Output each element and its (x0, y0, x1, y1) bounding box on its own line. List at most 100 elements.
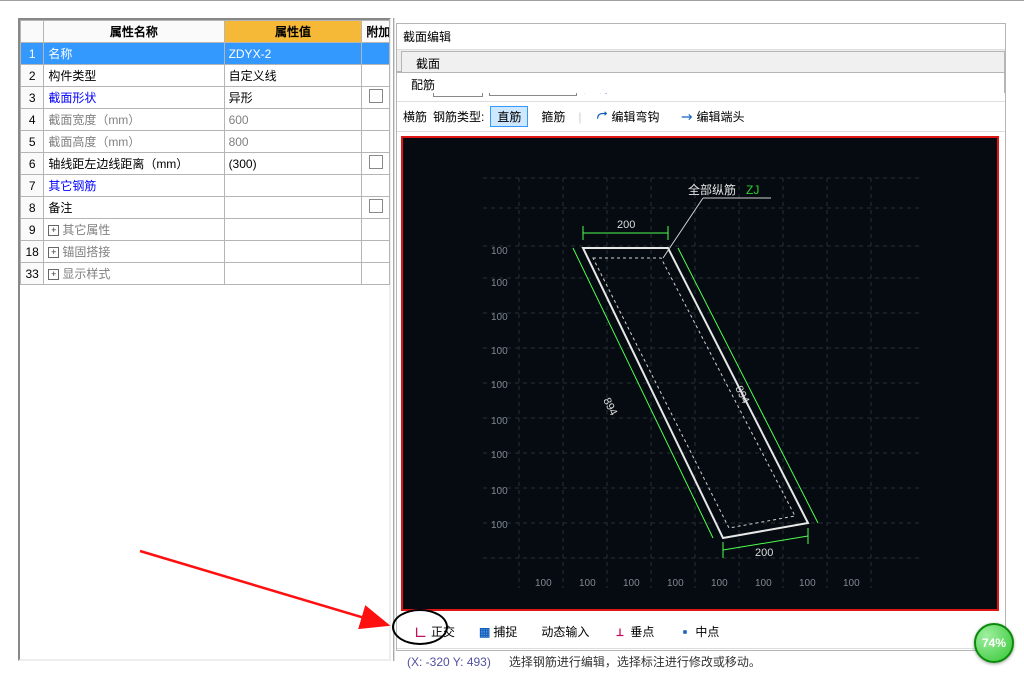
svg-text:100: 100 (491, 278, 508, 289)
edit-hook-button[interactable]: 编辑弯钩 (588, 106, 667, 127)
row-index: 2 (21, 65, 44, 87)
svg-text:100: 100 (491, 312, 508, 323)
table-row[interactable]: 9+其它属性 (21, 219, 390, 241)
expand-icon[interactable]: + (48, 225, 59, 236)
svg-text:100: 100 (843, 578, 860, 589)
snap-toggle[interactable]: ▦ 捕捉 (472, 621, 524, 642)
row-index: 5 (21, 131, 44, 153)
tab-section[interactable]: 截面 (401, 51, 1005, 72)
prop-value[interactable]: (300) (224, 153, 362, 175)
status-hint: 选择钢筋进行编辑，选择标注进行修改或移动。 (509, 653, 761, 670)
prop-name: +锚固搭接 (44, 241, 224, 263)
expand-icon[interactable]: + (48, 247, 59, 258)
status-bar: (X: -320 Y: 493) 选择钢筋进行编辑，选择标注进行修改或移动。 (397, 648, 1005, 674)
table-row[interactable]: 2构件类型自定义线 (21, 65, 390, 87)
svg-text:100: 100 (491, 246, 508, 257)
table-row[interactable]: 3截面形状异形 (21, 87, 390, 109)
endpoint-icon (680, 110, 694, 124)
extra-blank (362, 131, 390, 153)
table-row[interactable]: 8备注 (21, 197, 390, 219)
table-row[interactable]: 5截面高度（mm）800 (21, 131, 390, 153)
extra-checkbox[interactable] (362, 197, 390, 219)
prop-name: +其它属性 (44, 219, 224, 241)
row-index: 3 (21, 87, 44, 109)
svg-text:894: 894 (600, 396, 619, 418)
extra-blank (362, 263, 390, 285)
edit-endpoint-button[interactable]: 编辑端头 (673, 106, 752, 127)
tab-rebar[interactable]: 配筋 (396, 72, 1005, 93)
ortho-toggle[interactable]: 正交 (407, 621, 462, 642)
header-extra[interactable]: 附加 (362, 21, 390, 43)
extra-blank (362, 65, 390, 87)
label-horizontal-rebar: 横筋 (403, 108, 427, 125)
prop-value[interactable] (224, 241, 362, 263)
table-row[interactable]: 6轴线距左边线距离（mm）(300) (21, 153, 390, 175)
prop-value[interactable] (224, 175, 362, 197)
svg-text:100: 100 (623, 578, 640, 589)
row-index: 4 (21, 109, 44, 131)
prop-value[interactable]: ZDYX-2 (224, 43, 362, 65)
extra-blank (362, 219, 390, 241)
prop-value[interactable]: 800 (224, 131, 362, 153)
svg-text:200: 200 (755, 547, 773, 559)
progress-badge: 74% (974, 623, 1014, 663)
header-name[interactable]: 属性名称 (44, 21, 224, 43)
extra-blank (362, 241, 390, 263)
svg-text:100: 100 (491, 346, 508, 357)
prop-name: 截面宽度（mm） (44, 109, 224, 131)
straight-rebar-button[interactable]: 直筋 (490, 106, 528, 127)
row-index: 1 (21, 43, 44, 65)
prop-name: 截面高度（mm） (44, 131, 224, 153)
prop-value[interactable] (224, 263, 362, 285)
extra-blank (362, 43, 390, 65)
svg-text:200: 200 (617, 219, 635, 231)
prop-name: 构件类型 (44, 65, 224, 87)
prop-name: 截面形状 (44, 87, 224, 109)
panel-title: 截面编辑 (397, 24, 1005, 50)
expand-icon[interactable]: + (48, 269, 59, 280)
midpoint-icon (678, 625, 692, 639)
prop-value[interactable] (224, 197, 362, 219)
table-row[interactable]: 33+显示样式 (21, 263, 390, 285)
header-index (21, 21, 44, 43)
prop-value[interactable]: 自定义线 (224, 65, 362, 87)
stirrup-button[interactable]: 箍筋 (534, 106, 572, 127)
perp-icon (613, 625, 627, 639)
section-editor-panel: 截面编辑 截面 配筋 纵筋 直线▼ C8@200▼ | 选择 手动设置参考线▾ (396, 23, 1006, 651)
snap-icon: ▦ (479, 625, 490, 639)
table-row[interactable]: 18+锚固搭接 (21, 241, 390, 263)
cad-canvas[interactable]: 200 200 894 894 全部纵筋 ZJ (401, 136, 999, 611)
svg-text:100: 100 (711, 578, 728, 589)
row-index: 7 (21, 175, 44, 197)
svg-text:100: 100 (667, 578, 684, 589)
extra-checkbox[interactable] (362, 87, 390, 109)
prop-value[interactable] (224, 219, 362, 241)
svg-text:100: 100 (755, 578, 772, 589)
perp-toggle[interactable]: 垂点 (606, 621, 661, 642)
label-rebar-type: 钢筋类型: (433, 108, 484, 125)
row-index: 33 (21, 263, 44, 285)
row-index: 9 (21, 219, 44, 241)
svg-text:ZJ: ZJ (746, 183, 759, 197)
row-index: 6 (21, 153, 44, 175)
prop-value[interactable]: 异形 (224, 87, 362, 109)
table-row[interactable]: 7其它钢筋 (21, 175, 390, 197)
svg-text:100: 100 (491, 450, 508, 461)
snap-toolbar: 正交 ▦ 捕捉 动态输入 垂点 中点 (397, 615, 1005, 648)
cad-svg: 200 200 894 894 全部纵筋 ZJ (403, 138, 999, 611)
prop-value[interactable]: 600 (224, 109, 362, 131)
toolbar-row-2: 横筋 钢筋类型: 直筋 箍筋 | 编辑弯钩 编辑端头 (397, 102, 1005, 132)
midpoint-toggle[interactable]: 中点 (671, 621, 726, 642)
row-index: 18 (21, 241, 44, 263)
extra-checkbox[interactable] (362, 153, 390, 175)
header-value[interactable]: 属性值 (224, 21, 362, 43)
extra-blank (362, 109, 390, 131)
svg-text:100: 100 (491, 380, 508, 391)
prop-name: 备注 (44, 197, 224, 219)
dynamic-input-toggle[interactable]: 动态输入 (534, 621, 596, 642)
table-row[interactable]: 1名称ZDYX-2 (21, 43, 390, 65)
prop-name: +显示样式 (44, 263, 224, 285)
table-row[interactable]: 4截面宽度（mm）600 (21, 109, 390, 131)
hook-icon (595, 110, 609, 124)
row-index: 8 (21, 197, 44, 219)
